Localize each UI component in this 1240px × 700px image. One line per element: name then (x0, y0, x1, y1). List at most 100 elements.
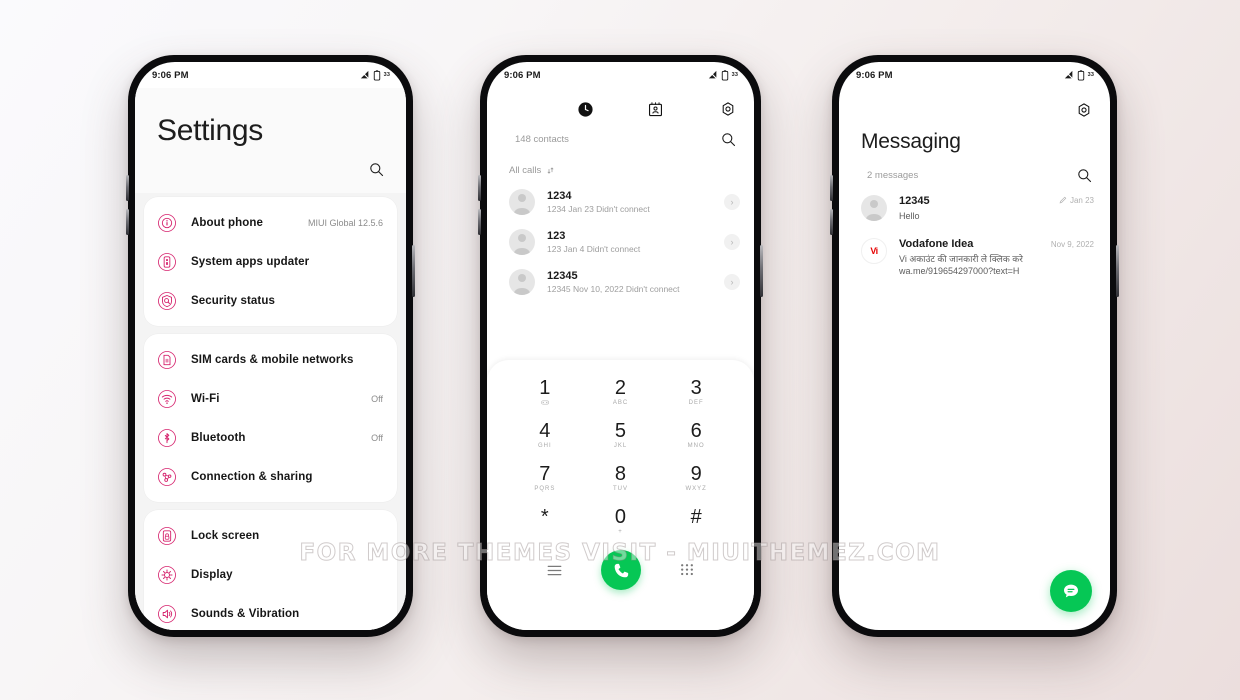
menu-icon[interactable] (547, 564, 562, 577)
dialpad-key-hash[interactable]: # (658, 503, 734, 540)
thread-name: Vodafone Idea (899, 238, 974, 251)
search-icon[interactable] (1077, 168, 1092, 183)
message-thread-row[interactable]: 12345 Jan 23 Hello (839, 187, 1110, 230)
sidebar-item-display[interactable]: Display (144, 555, 397, 594)
sound-vibration-icon (156, 603, 178, 625)
message-thread-row[interactable]: Vi Vodafone Idea Nov 9, 2022 Vi अकाउंट क… (839, 230, 1110, 285)
sidebar-item-value: Off (371, 393, 383, 404)
messaging-settings-button[interactable] (839, 88, 1110, 118)
key-digit: 3 (690, 377, 702, 399)
status-bar: 9:06 PM 33 (839, 62, 1110, 88)
dialpad-key-0[interactable]: 0 + (583, 503, 659, 540)
keypad-icon[interactable] (680, 563, 694, 578)
clock-filled-icon (578, 101, 593, 117)
key-letters: WXYZ (685, 486, 707, 492)
dialer-tabbar (487, 88, 754, 126)
volume-up-button[interactable] (126, 175, 129, 201)
dialpad-keys: 1 2 ABC 3 DEF 4 GHI 5 JKL 6 MNO 7 PQRS 8… (507, 374, 734, 540)
dialpad-key-5[interactable]: 5 JKL (583, 417, 659, 454)
avatar (509, 229, 535, 255)
sidebar-item-wifi[interactable]: Wi-Fi Off (144, 379, 397, 418)
info-circle-icon (156, 212, 178, 234)
sidebar-item-connection-sharing[interactable]: Connection & sharing (144, 457, 397, 496)
compose-message-button[interactable] (1050, 570, 1092, 612)
key-letters: MNO (687, 443, 705, 449)
phone-mockup-settings: 9:06 PM 33 Settings About phone MIUI Glo… (126, 55, 415, 637)
sidebar-item-value: Off (371, 432, 383, 443)
page-title: Settings (157, 114, 263, 147)
dialpad-key-2[interactable]: 2 ABC (583, 374, 659, 411)
sidebar-item-label: Display (191, 568, 233, 581)
key-digit: 2 (614, 377, 627, 399)
dialpad-key-8[interactable]: 8 TUV (583, 460, 659, 497)
status-icons: 33 (1064, 69, 1094, 81)
call-log-row[interactable]: 1234 1234 Jan 23 Didn't connect › (487, 182, 754, 222)
search-icon[interactable] (721, 132, 736, 147)
power-button[interactable] (760, 245, 763, 297)
dialpad-key-9[interactable]: 9 WXYZ (658, 460, 734, 497)
display-brightness-icon (156, 564, 178, 586)
tab-contacts[interactable] (621, 101, 691, 118)
volume-down-button[interactable] (478, 209, 481, 235)
key-digit: * (540, 506, 549, 528)
status-icons: 33 (708, 69, 738, 81)
status-bar: 9:06 PM 33 (487, 62, 754, 88)
power-button[interactable] (412, 245, 415, 297)
battery-level: 33 (1087, 72, 1094, 78)
dialpad-key-4[interactable]: 4 GHI (507, 417, 583, 454)
status-icons: 33 (360, 69, 390, 81)
battery-icon (721, 69, 728, 81)
gear-icon (1078, 103, 1090, 117)
power-button[interactable] (1116, 245, 1119, 297)
key-letters: ABC (612, 400, 629, 406)
call-log-row[interactable]: 12345 12345 Nov 10, 2022 Didn't connect … (487, 262, 754, 302)
signal-off-icon (360, 70, 369, 80)
thread-date-wrap: Jan 23 (1059, 196, 1094, 205)
settings-header: Settings (135, 88, 406, 193)
draft-pencil-icon (1059, 196, 1067, 204)
dialpad-key-7[interactable]: 7 PQRS (507, 460, 583, 497)
sidebar-item-label: SIM cards & mobile networks (191, 353, 354, 366)
battery-level: 33 (731, 72, 738, 78)
sidebar-item-system-apps-updater[interactable]: System apps updater (144, 242, 397, 281)
volume-up-button[interactable] (830, 175, 833, 201)
phone-call-icon (614, 563, 628, 577)
chevron-right-icon[interactable]: › (724, 194, 740, 210)
sidebar-item-bluetooth[interactable]: Bluetooth Off (144, 418, 397, 457)
key-letters: + (618, 529, 623, 535)
call-button[interactable] (601, 550, 641, 590)
dialpad-key-3[interactable]: 3 DEF (658, 374, 734, 411)
contact-card-icon (648, 101, 663, 116)
key-digit: 4 (539, 420, 551, 442)
dialpad-key-1[interactable]: 1 (507, 374, 583, 411)
dialpad-key-star[interactable]: * (507, 503, 583, 540)
chat-bubble-icon (1064, 584, 1078, 598)
sidebar-item-label: Security status (191, 294, 275, 307)
key-letters: PQRS (534, 486, 556, 492)
search-icon[interactable] (369, 162, 384, 177)
sidebar-item-sounds-vibration[interactable]: Sounds & Vibration (144, 594, 397, 630)
sidebar-item-value: MIUI Global 12.5.6 (307, 217, 383, 228)
dialer-subheader: 148 contacts (487, 126, 754, 151)
sidebar-item-label: About phone (191, 216, 263, 229)
dialer-settings-button[interactable] (720, 101, 736, 122)
sidebar-item-security-status[interactable]: Security status (144, 281, 397, 320)
sidebar-item-about-phone[interactable]: About phone MIUI Global 12.5.6 (144, 203, 397, 242)
message-thread-list: 12345 Jan 23 Hello Vi Vodafone Idea Nov … (839, 187, 1110, 285)
chevron-right-icon[interactable]: › (724, 274, 740, 290)
sidebar-item-sim-cards[interactable]: SIM cards & mobile networks (144, 340, 397, 379)
tab-recents[interactable] (551, 101, 621, 118)
call-filter-dropdown[interactable]: All calls (487, 151, 754, 182)
chevron-right-icon[interactable]: › (724, 234, 740, 250)
volume-up-button[interactable] (478, 175, 481, 201)
dialpad-key-6[interactable]: 6 MNO (658, 417, 734, 454)
sidebar-item-lock-screen[interactable]: Lock screen (144, 516, 397, 555)
key-digit: 7 (539, 463, 551, 485)
thread-preview: Vi अकाउंट की जानकारी ले क्लिक करे wa.me/… (899, 254, 1023, 277)
call-log-row[interactable]: 123 123 Jan 4 Didn't connect › (487, 222, 754, 262)
volume-down-button[interactable] (830, 209, 833, 235)
status-time: 9:06 PM (504, 69, 541, 81)
avatar (861, 195, 887, 221)
volume-down-button[interactable] (126, 209, 129, 235)
key-digit: # (690, 506, 702, 528)
